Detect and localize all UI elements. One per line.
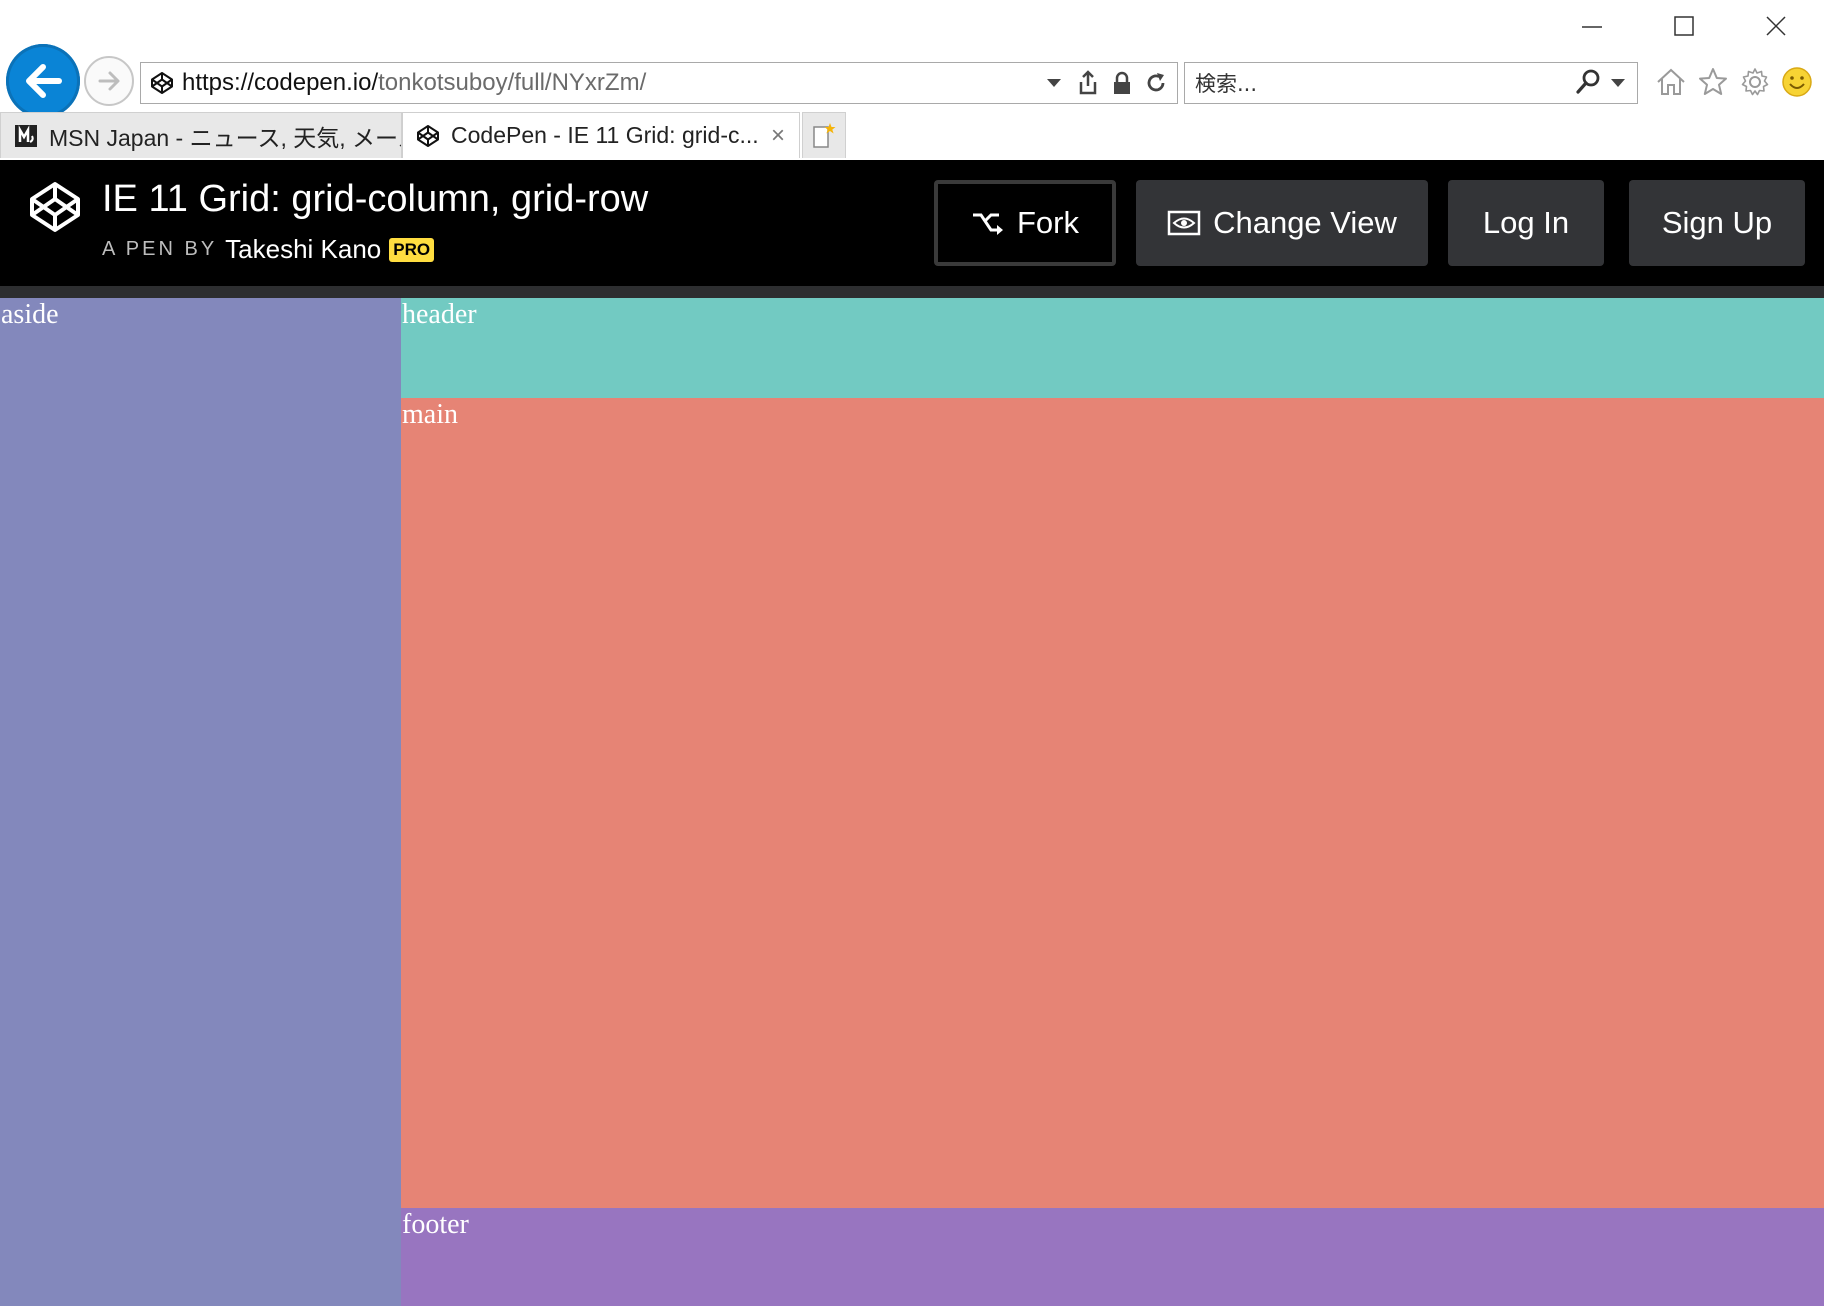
codepen-logo-icon[interactable] bbox=[28, 180, 82, 234]
change-view-button[interactable]: Change View bbox=[1136, 180, 1428, 266]
codepen-icon bbox=[415, 123, 441, 149]
grid-footer: footer bbox=[401, 1208, 1824, 1306]
minimize-icon bbox=[1582, 26, 1602, 28]
log-in-label: Log In bbox=[1482, 205, 1570, 240]
log-in-button[interactable]: Log In bbox=[1448, 180, 1604, 266]
fork-label: Fork bbox=[1017, 205, 1079, 240]
back-button[interactable] bbox=[6, 44, 80, 118]
address-dropdown-icon[interactable] bbox=[1041, 69, 1067, 97]
fork-button[interactable]: Fork bbox=[934, 180, 1116, 266]
byline-prefix: A PEN BY bbox=[102, 238, 218, 260]
address-url[interactable]: https://codepen.io/tonkotsuboy/full/NYxr… bbox=[182, 69, 1041, 97]
header-divider bbox=[0, 286, 1824, 298]
search-dropdown-icon[interactable] bbox=[1609, 74, 1627, 93]
forward-arrow-icon bbox=[98, 71, 120, 91]
back-arrow-icon bbox=[26, 64, 62, 98]
msn-icon bbox=[13, 123, 39, 149]
tab-msn[interactable]: MSN Japan - ニュース, 天気, メール... bbox=[0, 112, 402, 158]
feedback-smiley-icon[interactable] bbox=[1780, 64, 1814, 100]
grid-header: header bbox=[401, 298, 1824, 398]
address-bar[interactable]: https://codepen.io/tonkotsuboy/full/NYxr… bbox=[140, 62, 1178, 104]
favorites-star-icon[interactable] bbox=[1696, 64, 1730, 100]
sign-up-label: Sign Up bbox=[1661, 205, 1773, 240]
pen-title: IE 11 Grid: grid-column, grid-row bbox=[102, 178, 649, 220]
fork-icon bbox=[973, 213, 1003, 235]
main-label: main bbox=[402, 399, 458, 430]
tab-label: MSN Japan - ニュース, 天気, メール... bbox=[49, 124, 401, 151]
grid-aside: aside bbox=[0, 298, 401, 1306]
search-input[interactable]: 検索... bbox=[1195, 68, 1575, 98]
settings-gear-icon[interactable] bbox=[1738, 64, 1772, 100]
search-bar[interactable]: 検索... bbox=[1184, 62, 1638, 104]
grid-main: main bbox=[401, 398, 1824, 1208]
close-window-button[interactable] bbox=[1746, 6, 1806, 46]
author-link[interactable]: Takeshi Kano bbox=[225, 234, 381, 265]
sign-up-button[interactable]: Sign Up bbox=[1629, 180, 1805, 266]
tab-label: CodePen - IE 11 Grid: grid-c... bbox=[451, 122, 759, 148]
eye-view-icon bbox=[1167, 210, 1201, 236]
header-label: header bbox=[402, 299, 477, 330]
home-icon[interactable] bbox=[1654, 64, 1688, 100]
forward-button[interactable] bbox=[84, 56, 134, 106]
codepen-header: IE 11 Grid: grid-column, grid-row A PEN … bbox=[0, 160, 1824, 286]
footer-label: footer bbox=[402, 1209, 469, 1240]
new-tab-button[interactable] bbox=[802, 112, 846, 158]
aside-label: aside bbox=[1, 299, 59, 330]
refresh-icon[interactable] bbox=[1143, 69, 1169, 97]
tab-close-icon[interactable]: × bbox=[765, 122, 791, 150]
pen-byline: A PEN BY Takeshi Kano PRO bbox=[102, 234, 435, 265]
new-tab-icon bbox=[813, 122, 836, 148]
minimize-button[interactable] bbox=[1562, 6, 1622, 46]
tab-codepen[interactable]: CodePen - IE 11 Grid: grid-c... × bbox=[402, 112, 800, 158]
maximize-icon bbox=[1674, 16, 1694, 36]
lock-icon[interactable] bbox=[1109, 69, 1135, 97]
close-icon bbox=[1766, 16, 1786, 36]
search-icon[interactable] bbox=[1575, 67, 1603, 99]
codepen-favicon-icon bbox=[150, 70, 176, 96]
url-host: https://codepen.io/ bbox=[182, 69, 379, 96]
change-view-label: Change View bbox=[1213, 205, 1397, 240]
pro-badge: PRO bbox=[389, 237, 435, 262]
tab-bar: MSN Japan - ニュース, 天気, メール... CodePen - I… bbox=[0, 112, 1824, 160]
url-path: tonkotsuboy/full/NYxrZm/ bbox=[378, 69, 647, 96]
maximize-button[interactable] bbox=[1654, 6, 1714, 46]
share-icon[interactable] bbox=[1075, 69, 1101, 97]
